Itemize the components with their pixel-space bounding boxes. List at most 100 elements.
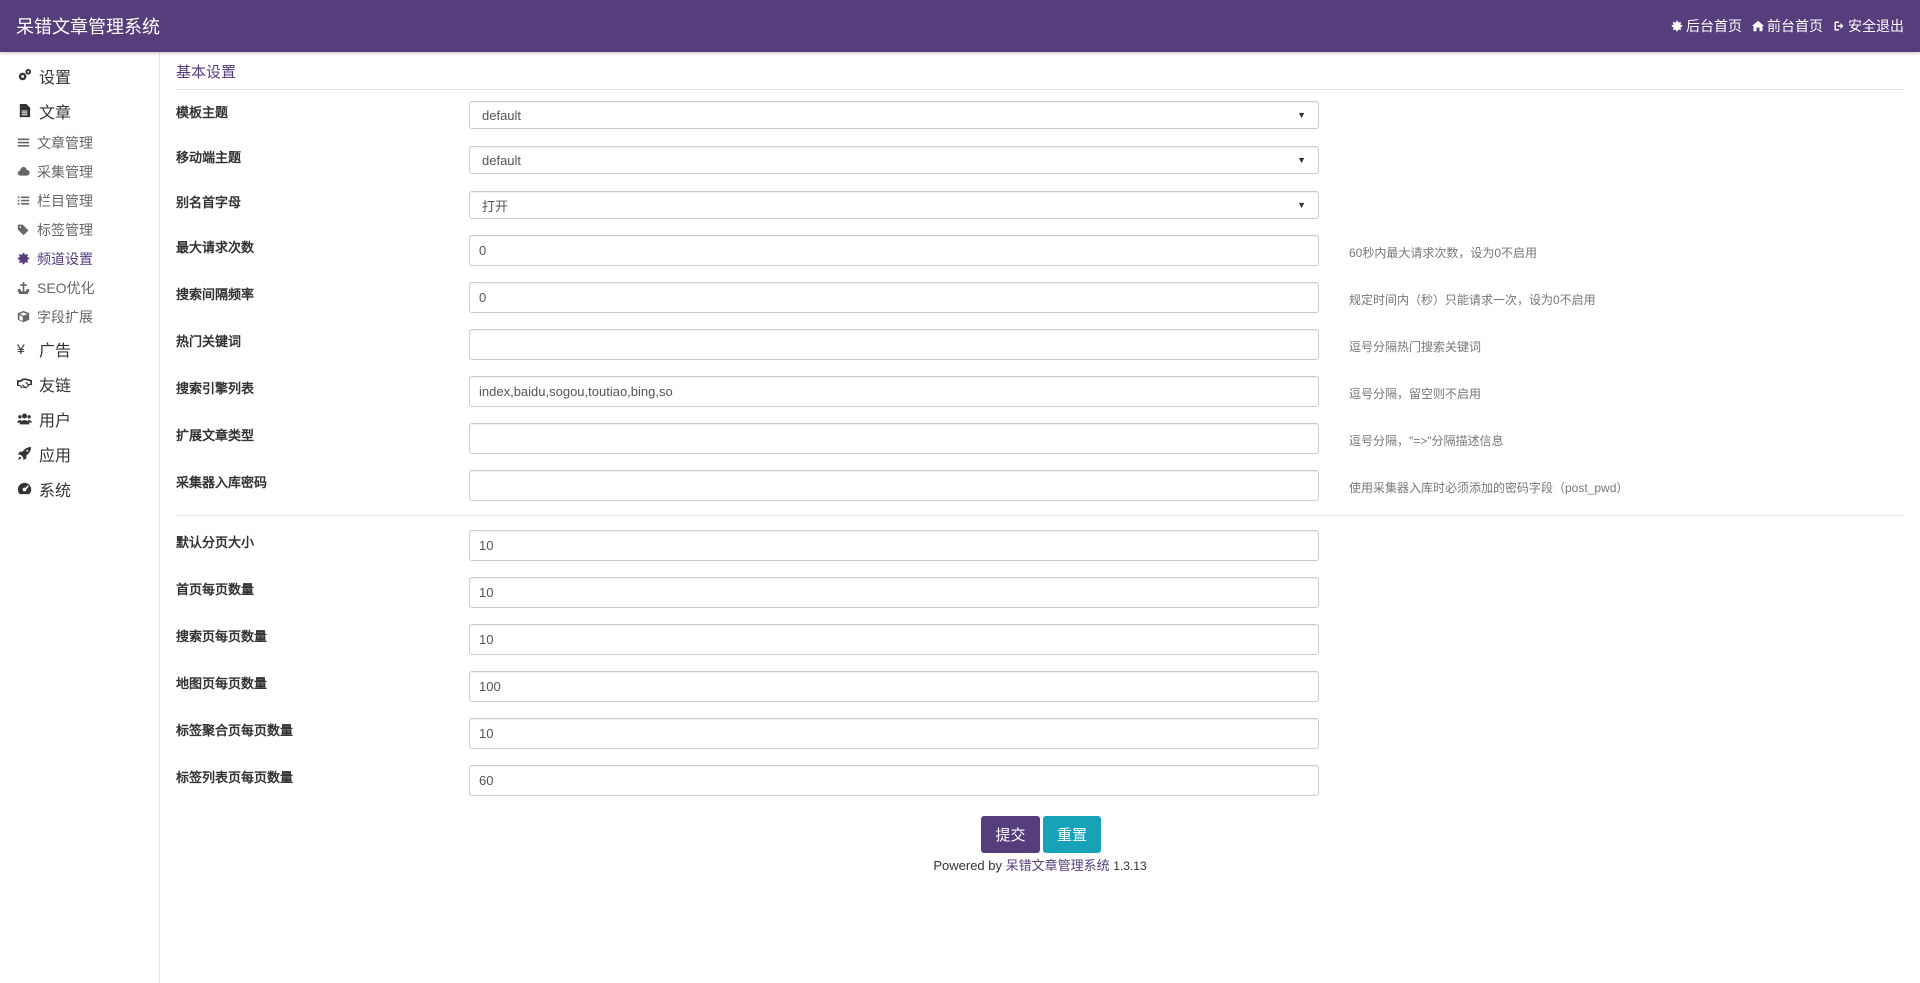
- collector-password-input[interactable]: [469, 470, 1319, 501]
- field-label: 最大请求次数: [176, 240, 255, 255]
- select-value: 打开: [482, 198, 509, 214]
- help-text: 逗号分隔，"=>"分隔描述信息: [1349, 434, 1504, 448]
- tag-aggregate-count-input[interactable]: 10: [469, 718, 1319, 749]
- sidebar-item-links[interactable]: 友链: [0, 366, 159, 401]
- gear-icon: [17, 252, 37, 265]
- form-row-hot-keywords: 热门关键词 逗号分隔热门搜索关键词: [176, 321, 1904, 368]
- field-label: 搜索页每页数量: [176, 629, 268, 644]
- divider: [176, 515, 1904, 516]
- sidebar-item-ads[interactable]: ¥ 广告: [0, 331, 159, 366]
- field-label: 移动端主题: [176, 150, 242, 165]
- mobile-theme-select[interactable]: default ▼: [469, 146, 1319, 174]
- search-page-count-input[interactable]: 10: [469, 624, 1319, 655]
- admin-home-label: 后台首页: [1686, 18, 1742, 34]
- field-label: 标签列表页每页数量: [176, 770, 294, 785]
- rocket-icon: [17, 446, 39, 461]
- sidebar-item-field-extend[interactable]: 字段扩展: [0, 302, 159, 331]
- sidebar-item-label: 广告: [39, 342, 72, 360]
- map-page-count-input[interactable]: 100: [469, 671, 1319, 702]
- sidebar-item-collect-manage[interactable]: 采集管理: [0, 157, 159, 186]
- sidebar-item-channel-settings[interactable]: 频道设置: [0, 244, 159, 273]
- form-row-template-theme: 模板主题 default ▼: [176, 92, 1904, 137]
- help-text: 使用采集器入库时必须添加的密码字段（post_pwd）: [1349, 481, 1629, 495]
- form-row-tag-aggregate-count: 标签聚合页每页数量 10: [176, 710, 1904, 757]
- form-row-tag-list-count: 标签列表页每页数量 60: [176, 757, 1904, 804]
- list-ul-icon: [17, 194, 37, 207]
- admin-home-link[interactable]: 后台首页: [1671, 16, 1742, 36]
- help-text: 逗号分隔，留空则不启用: [1349, 387, 1482, 401]
- field-label: 搜索间隔频率: [176, 287, 255, 302]
- sidebar-item-seo[interactable]: SEO优化: [0, 273, 159, 302]
- field-label: 地图页每页数量: [176, 676, 268, 691]
- sidebar-item-users[interactable]: 用户: [0, 401, 159, 436]
- sidebar-item-settings[interactable]: 设置: [0, 58, 159, 93]
- sidebar-item-category-manage[interactable]: 栏目管理: [0, 186, 159, 215]
- default-page-size-input[interactable]: 10: [469, 530, 1319, 561]
- field-label: 别名首字母: [176, 195, 242, 210]
- form-row-max-requests: 最大请求次数 0 60秒内最大请求次数，设为0不启用: [176, 227, 1904, 274]
- sidebar-item-label: 友链: [39, 377, 72, 395]
- form-row-search-interval: 搜索间隔频率 0 规定时间内（秒）只能请求一次，设为0不启用: [176, 274, 1904, 321]
- search-interval-input[interactable]: 0: [469, 282, 1319, 313]
- form-row-home-page-count: 首页每页数量 10: [176, 569, 1904, 616]
- section-title: 基本设置: [176, 52, 1904, 90]
- sidebar-item-label: 文章管理: [37, 134, 93, 151]
- form-row-article-types: 扩展文章类型 逗号分隔，"=>"分隔描述信息: [176, 415, 1904, 462]
- field-label: 扩展文章类型: [176, 428, 255, 443]
- front-home-link[interactable]: 前台首页: [1752, 16, 1823, 36]
- gear-icon: [1671, 20, 1683, 32]
- cube-icon: [17, 310, 37, 323]
- logout-link[interactable]: 安全退出: [1833, 16, 1904, 36]
- sidebar-item-label: SEO优化: [37, 279, 95, 296]
- main-content: 基本设置 模板主题 default ▼ 移动端主题 default ▼ 别名首字…: [176, 52, 1904, 862]
- sidebar-item-system[interactable]: 系统: [0, 471, 159, 506]
- sidebar-item-article-manage[interactable]: 文章管理: [0, 128, 159, 157]
- home-page-count-input[interactable]: 10: [469, 577, 1319, 608]
- list-icon: [17, 136, 37, 149]
- search-engines-input[interactable]: index,baidu,sogou,toutiao,bing,so: [469, 376, 1319, 407]
- form-row-default-page-size: 默认分页大小 10: [176, 522, 1904, 569]
- field-label: 默认分页大小: [176, 535, 255, 550]
- sidebar-item-apps[interactable]: 应用: [0, 436, 159, 471]
- top-navbar: 呆错文章管理系统 后台首页 前台首页 安全退出: [0, 0, 1920, 52]
- users-icon: [17, 411, 39, 426]
- sidebar-item-label: 设置: [39, 69, 72, 87]
- sign-out-icon: [1834, 21, 1844, 31]
- field-label: 采集器入库密码: [176, 475, 268, 490]
- article-types-input[interactable]: [469, 423, 1319, 454]
- sidebar-item-label: 文章: [39, 104, 72, 122]
- field-label: 搜索引擎列表: [176, 381, 255, 396]
- file-icon: [17, 103, 39, 118]
- version-text: 1.3.13: [1113, 859, 1147, 873]
- powered-by-text: Powered by: [933, 858, 1002, 873]
- sidebar-item-tag-manage[interactable]: 标签管理: [0, 215, 159, 244]
- field-label: 模板主题: [176, 105, 229, 120]
- logout-label: 安全退出: [1848, 18, 1904, 34]
- brand-title[interactable]: 呆错文章管理系统: [16, 13, 160, 39]
- sidebar-item-label: 用户: [39, 412, 72, 430]
- product-link[interactable]: 呆错文章管理系统: [1006, 858, 1110, 873]
- footer: Powered by 呆错文章管理系统 1.3.13: [176, 855, 1904, 874]
- caret-down-icon: ▼: [1297, 110, 1306, 120]
- max-requests-input[interactable]: 0: [469, 235, 1319, 266]
- form-row-mobile-theme: 移动端主题 default ▼: [176, 137, 1904, 182]
- form-row-search-engines: 搜索引擎列表 index,baidu,sogou,toutiao,bing,so…: [176, 368, 1904, 415]
- help-text: 逗号分隔热门搜索关键词: [1349, 340, 1482, 354]
- sidebar-item-label: 采集管理: [37, 163, 93, 180]
- sidebar-item-label: 字段扩展: [37, 308, 93, 325]
- sidebar-item-article[interactable]: 文章: [0, 93, 159, 128]
- tag-list-count-input[interactable]: 60: [469, 765, 1319, 796]
- field-label: 热门关键词: [176, 334, 242, 349]
- anchor-icon: [17, 281, 37, 294]
- top-nav: 后台首页 前台首页 安全退出: [1671, 16, 1904, 36]
- template-theme-select[interactable]: default ▼: [469, 101, 1319, 129]
- sidebar-item-label: 系统: [39, 482, 72, 500]
- cloud-icon: [17, 165, 37, 178]
- alias-initial-select[interactable]: 打开 ▼: [469, 191, 1319, 219]
- submit-button[interactable]: 提交: [981, 816, 1040, 853]
- home-icon: [1752, 20, 1764, 32]
- reset-button[interactable]: 重置: [1043, 816, 1101, 853]
- help-text: 规定时间内（秒）只能请求一次，设为0不启用: [1349, 293, 1596, 307]
- sidebar-item-label: 标签管理: [37, 221, 93, 238]
- hot-keywords-input[interactable]: [469, 329, 1319, 360]
